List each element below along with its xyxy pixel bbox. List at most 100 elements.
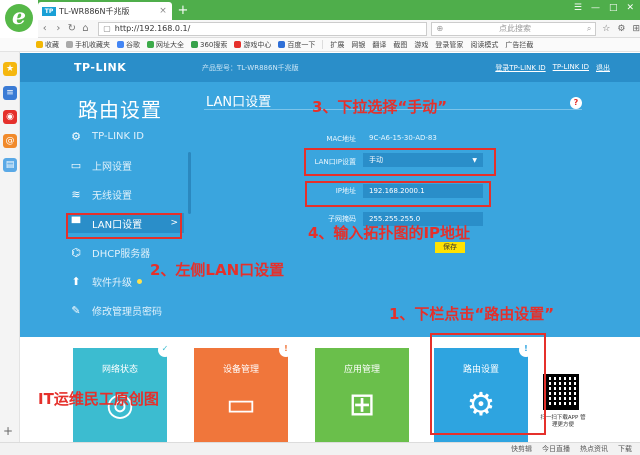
menu-item-wireless[interactable]: ≋ 无线设置	[68, 184, 184, 204]
highlight-ip-address	[305, 181, 491, 207]
tplink-id-link[interactable]: TP-LINK ID	[553, 63, 589, 73]
upgrade-icon: ⬆	[71, 274, 81, 288]
tab-title: TL-WR886N千兆版	[59, 6, 130, 16]
mac-label: MAC地址	[326, 135, 356, 143]
status-live[interactable]: 今日直播	[542, 444, 570, 454]
search-icon[interactable]: ⌕	[587, 24, 591, 34]
page-icon: ▢	[103, 24, 111, 33]
star-icon[interactable]: ☆	[602, 24, 610, 34]
menu-scrollbar[interactable]	[188, 152, 191, 214]
menu-item-label: DHCP服务器	[92, 248, 151, 260]
new-tab-button[interactable]: +	[176, 4, 190, 17]
tile-label: 设备管理	[222, 365, 259, 375]
bookmark-mobile[interactable]: 手机收藏夹	[66, 40, 110, 50]
url-text: http://192.168.0.1/	[114, 24, 191, 33]
watermark-text: IT运维民工原创图	[38, 390, 159, 408]
menu-item-label: 软件升级	[92, 277, 132, 289]
menu-item-password[interactable]: ✎ 修改管理员密码	[68, 300, 184, 320]
pencil-icon: ✎	[71, 303, 81, 317]
status-bar: 快剪辑 今日直播 热点资讯 下载	[0, 442, 640, 455]
app-qr-code	[543, 374, 579, 410]
menu-item-label: 无线设置	[92, 190, 132, 202]
browser-tab-bar: TP TL-WR886N千兆版 × + ☰ — □ ✕	[0, 0, 640, 20]
menu-item-label: TP-LINK ID	[92, 130, 144, 142]
monitor-icon: ▭	[70, 158, 82, 172]
browser-tab[interactable]: TP TL-WR886N千兆版 ×	[38, 2, 172, 20]
home-icon[interactable]: ⌂	[79, 23, 93, 34]
highlight-lan-menu	[66, 213, 182, 239]
highlight-lan-ip-setting	[304, 148, 496, 176]
router-header: TP-LINK 产品型号：TL-WR886N千兆版 登录TP-LINK ID T…	[20, 53, 640, 82]
tool-translate[interactable]: 翻译	[372, 40, 386, 50]
menu-item-internet[interactable]: ▭ 上网设置	[68, 155, 184, 175]
tool-adblock[interactable]: 广告拦截	[505, 40, 533, 50]
refresh-icon[interactable]: ↻	[65, 23, 79, 34]
apps-grid-icon: ⊞	[348, 385, 376, 423]
instruction-step-2: 2、左侧LAN口设置	[150, 261, 285, 279]
maximize-icon[interactable]: □	[609, 3, 618, 13]
bookmarks-divider	[322, 40, 324, 49]
window-controls: ☰ — □ ✕	[574, 3, 634, 13]
menu-icon[interactable]: ☰	[574, 3, 582, 13]
help-icon[interactable]: ?	[570, 97, 582, 109]
logout-link[interactable]: 退出	[596, 63, 610, 73]
chat-icon[interactable]: ▤	[3, 158, 17, 172]
forward-icon[interactable]: ›	[52, 23, 66, 34]
settings-icon[interactable]: ⚙	[617, 24, 625, 34]
menu-item-label: 上网设置	[92, 161, 132, 173]
save-button[interactable]: 保存	[435, 242, 465, 253]
login-tplink-id-link[interactable]: 登录TP-LINK ID	[495, 63, 545, 73]
tool-reading[interactable]: 阅读模式	[470, 40, 498, 50]
tile-label: 应用管理	[343, 365, 380, 375]
mail-icon[interactable]: @	[3, 134, 17, 148]
tplink-logo: TP-LINK	[74, 61, 127, 74]
browser-e-icon: e	[5, 4, 33, 32]
bookmark-favorites[interactable]: 收藏	[36, 40, 59, 50]
news-icon[interactable]: ≡	[3, 86, 17, 100]
close-tab-icon[interactable]: ×	[158, 6, 168, 16]
browser-logo[interactable]: e	[0, 0, 38, 40]
search-placeholder: 点此搜索	[499, 24, 531, 33]
menu-item-tplink-id[interactable]: ⚙ TP-LINK ID	[68, 126, 184, 146]
status-news[interactable]: 热点资讯	[580, 444, 608, 454]
minimize-icon[interactable]: —	[591, 3, 600, 13]
dhcp-icon: ⌬	[71, 245, 81, 259]
product-model: 产品型号：TL-WR886N千兆版	[202, 64, 299, 72]
tile-label: 网络状态	[101, 365, 138, 375]
mac-value: 9C-A6-15-30-AD-83	[369, 134, 437, 142]
status-download[interactable]: 下载	[618, 444, 632, 454]
close-window-icon[interactable]: ✕	[626, 3, 634, 13]
bookmarks-bar: 收藏 手机收藏夹 谷歌 网址大全 360搜索 游戏中心 百度一下 扩展 网银 翻…	[0, 38, 640, 52]
bookmark-google[interactable]: 谷歌	[117, 40, 140, 50]
tool-screenshot[interactable]: 截图	[393, 40, 407, 50]
url-input[interactable]: ▢ http://192.168.0.1/	[98, 21, 428, 36]
header-links: 登录TP-LINK ID TP-LINK ID 退出	[495, 63, 610, 73]
gear-icon: ⚙	[71, 129, 81, 143]
bookmark-360[interactable]: 360搜索	[191, 40, 227, 50]
tile-app-management[interactable]: 应用管理 ⊞	[315, 348, 409, 442]
search-input[interactable]: ⊕ 点此搜索 ⌕	[431, 21, 597, 36]
address-tools: ☆ ⚙ ⊞	[602, 24, 640, 34]
bookmark-baidu[interactable]: 百度一下	[278, 40, 315, 50]
tool-bank[interactable]: 网银	[351, 40, 365, 50]
back-icon[interactable]: ‹	[38, 23, 52, 34]
add-sidebar-icon[interactable]: +	[3, 424, 13, 438]
weibo-icon[interactable]: ◉	[3, 110, 17, 124]
settings-panel: 路由设置 ⚙ TP-LINK ID ▭ 上网设置 ≋ 无线设置 ▀ LAN口设置…	[20, 82, 640, 337]
bookmark-hao[interactable]: 网址大全	[147, 40, 184, 50]
wifi-icon: ≋	[71, 187, 81, 201]
address-bar: ‹ › ↻ ⌂ ▢ http://192.168.0.1/ ⊕ 点此搜索 ⌕ ☆…	[38, 20, 640, 38]
content-title: LAN口设置	[206, 95, 272, 110]
grid-icon[interactable]: ⊞	[632, 24, 640, 34]
bookmark-game[interactable]: 游戏中心	[234, 40, 271, 50]
tool-login[interactable]: 登录管家	[435, 40, 463, 50]
instruction-step-3: 3、下拉选择“手动”	[312, 98, 448, 116]
status-clip[interactable]: 快剪辑	[511, 444, 532, 454]
highlight-router-settings-tile	[430, 333, 546, 435]
check-badge-icon: ✓	[158, 343, 172, 357]
alert-badge-icon: !	[279, 343, 293, 357]
tool-games[interactable]: 游戏	[414, 40, 428, 50]
tool-extensions[interactable]: 扩展	[330, 40, 344, 50]
tile-device-management[interactable]: 设备管理 ▭ !	[194, 343, 293, 442]
star-icon[interactable]: ★	[3, 62, 17, 76]
